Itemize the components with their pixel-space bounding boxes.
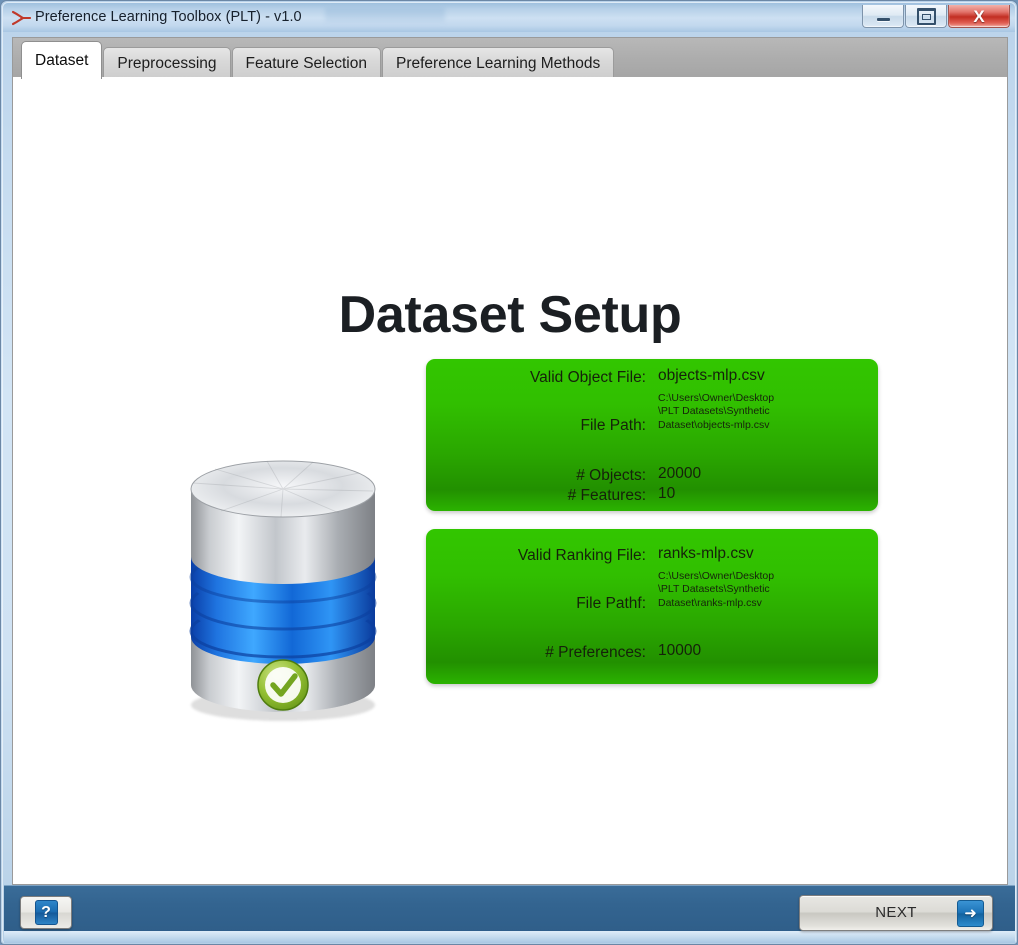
tab-label: Dataset — [35, 51, 89, 69]
object-count-label: # Objects: — [576, 467, 646, 484]
window-controls: X — [861, 5, 1010, 28]
feature-count-value: 10 — [658, 485, 676, 502]
ranking-file-path-value: C:\Users\Owner\Desktop\PLT Datasets\Synt… — [658, 570, 775, 609]
valid-object-file-value: objects-mlp.csv — [658, 367, 765, 384]
close-button[interactable]: X — [948, 5, 1010, 28]
title-bar-artifact — [325, 7, 445, 23]
next-button[interactable]: NEXT ➜ — [799, 895, 993, 931]
tab-label: Preprocessing — [117, 54, 217, 72]
question-mark-icon: ? — [34, 900, 58, 925]
file-path-value: C:\Users\Owner\Desktop\PLT Datasets\Synt… — [658, 392, 775, 431]
ranking-file-panel: Valid Ranking File: ranks-mlp.csv File P… — [426, 529, 878, 684]
file-path-label: File Path: — [580, 417, 646, 434]
application-window: Preference Learning Toolbox (PLT) - v1.0… — [0, 0, 1018, 945]
database-check-icon — [189, 460, 377, 721]
window-bottom-edge — [4, 931, 1015, 943]
tab-feature-selection[interactable]: Feature Selection — [231, 47, 381, 79]
valid-ranking-file-label: Valid Ranking File: — [517, 547, 646, 564]
maximize-icon — [916, 7, 936, 25]
tab-dataset[interactable]: Dataset — [21, 41, 103, 79]
window-title: Preference Learning Toolbox (PLT) - v1.0 — [35, 9, 302, 25]
tab-preprocessing[interactable]: Preprocessing — [103, 47, 231, 79]
dataset-setup-panel: Dataset Setup Valid Object File: objects… — [12, 77, 1008, 885]
valid-object-file-label: Valid Object File: — [529, 369, 646, 386]
preference-count-value: 10000 — [658, 642, 702, 659]
tab-strip: Dataset Preprocessing Feature Selection … — [12, 37, 1008, 79]
maximize-button[interactable] — [905, 5, 947, 28]
help-button[interactable]: ? — [20, 896, 72, 929]
valid-ranking-file-value: ranks-mlp.csv — [658, 545, 754, 562]
tab-label: Feature Selection — [245, 54, 368, 72]
object-count-value: 20000 — [658, 465, 702, 482]
feature-count-label: # Features: — [567, 487, 646, 504]
object-file-panel: Valid Object File: objects-mlp.csv File … — [426, 359, 878, 511]
close-icon: X — [973, 6, 985, 26]
ranking-file-path-label: File Pathf: — [576, 595, 646, 612]
tab-preference-learning-methods[interactable]: Preference Learning Methods — [382, 47, 615, 79]
minimize-icon — [876, 17, 890, 21]
title-bar: Preference Learning Toolbox (PLT) - v1.0… — [3, 3, 1015, 32]
preference-count-label: # Preferences: — [545, 644, 646, 661]
preference-fork-icon — [11, 10, 31, 26]
minimize-button[interactable] — [862, 5, 904, 28]
arrow-right-icon: ➜ — [957, 900, 984, 927]
tab-label: Preference Learning Methods — [396, 54, 601, 72]
page-title: Dataset Setup — [338, 286, 682, 344]
